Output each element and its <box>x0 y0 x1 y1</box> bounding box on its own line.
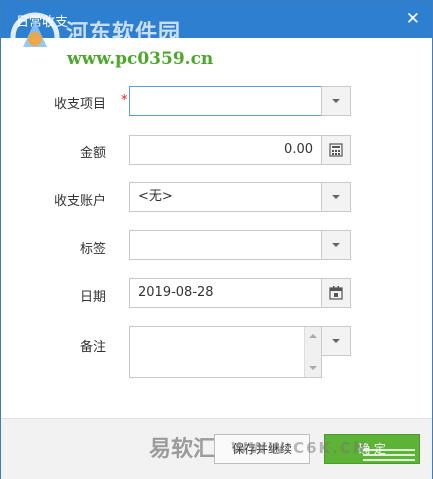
note-dropdown-button[interactable] <box>321 326 351 356</box>
dialog-window: 日常收支 ✕ 河东软件园 www.pc0359.cn 收支项目 * 金额 0.0… <box>0 0 433 479</box>
required-mark: * <box>121 93 128 108</box>
watermark-bottom-brand: 易软汇 <box>149 437 216 462</box>
scroll-up-icon[interactable] <box>309 334 317 338</box>
account-select[interactable]: <无> <box>129 182 322 212</box>
item-input[interactable] <box>129 86 322 116</box>
tag-dropdown-button[interactable] <box>321 230 351 260</box>
tag-label: 标签 <box>79 242 106 257</box>
chevron-down-icon <box>332 243 340 247</box>
scroll-down-icon[interactable] <box>309 366 317 370</box>
note-scrollbar[interactable] <box>304 327 321 377</box>
calendar-icon <box>329 286 343 300</box>
item-dropdown-button[interactable] <box>321 86 351 116</box>
chevron-down-icon <box>332 339 340 343</box>
calculator-icon <box>329 143 343 157</box>
amount-label: 金额 <box>79 146 106 161</box>
watermark-bars-icon <box>363 449 415 464</box>
item-label: 收支项目 <box>53 97 106 112</box>
chevron-down-icon <box>332 195 340 199</box>
watermark-site-name: 河东软件园 <box>66 20 182 46</box>
note-label: 备注 <box>79 340 106 355</box>
chevron-down-icon <box>332 99 340 103</box>
amount-input[interactable]: 0.00 <box>129 135 322 165</box>
date-input[interactable]: 2019-08-28 <box>129 278 322 308</box>
calculator-button[interactable] <box>321 135 351 165</box>
date-picker-button[interactable] <box>321 278 351 308</box>
date-label: 日期 <box>79 290 106 305</box>
close-icon[interactable]: ✕ <box>406 9 420 29</box>
watermark-bottom-url: WWW.C6K.CN <box>231 439 368 457</box>
account-label: 收支账户 <box>53 194 106 209</box>
watermark-logo-icon <box>10 12 60 62</box>
account-dropdown-button[interactable] <box>321 182 351 212</box>
tag-select[interactable] <box>129 230 322 260</box>
watermark-site-url: www.pc0359.cn <box>67 49 214 69</box>
note-textarea[interactable] <box>129 326 322 378</box>
